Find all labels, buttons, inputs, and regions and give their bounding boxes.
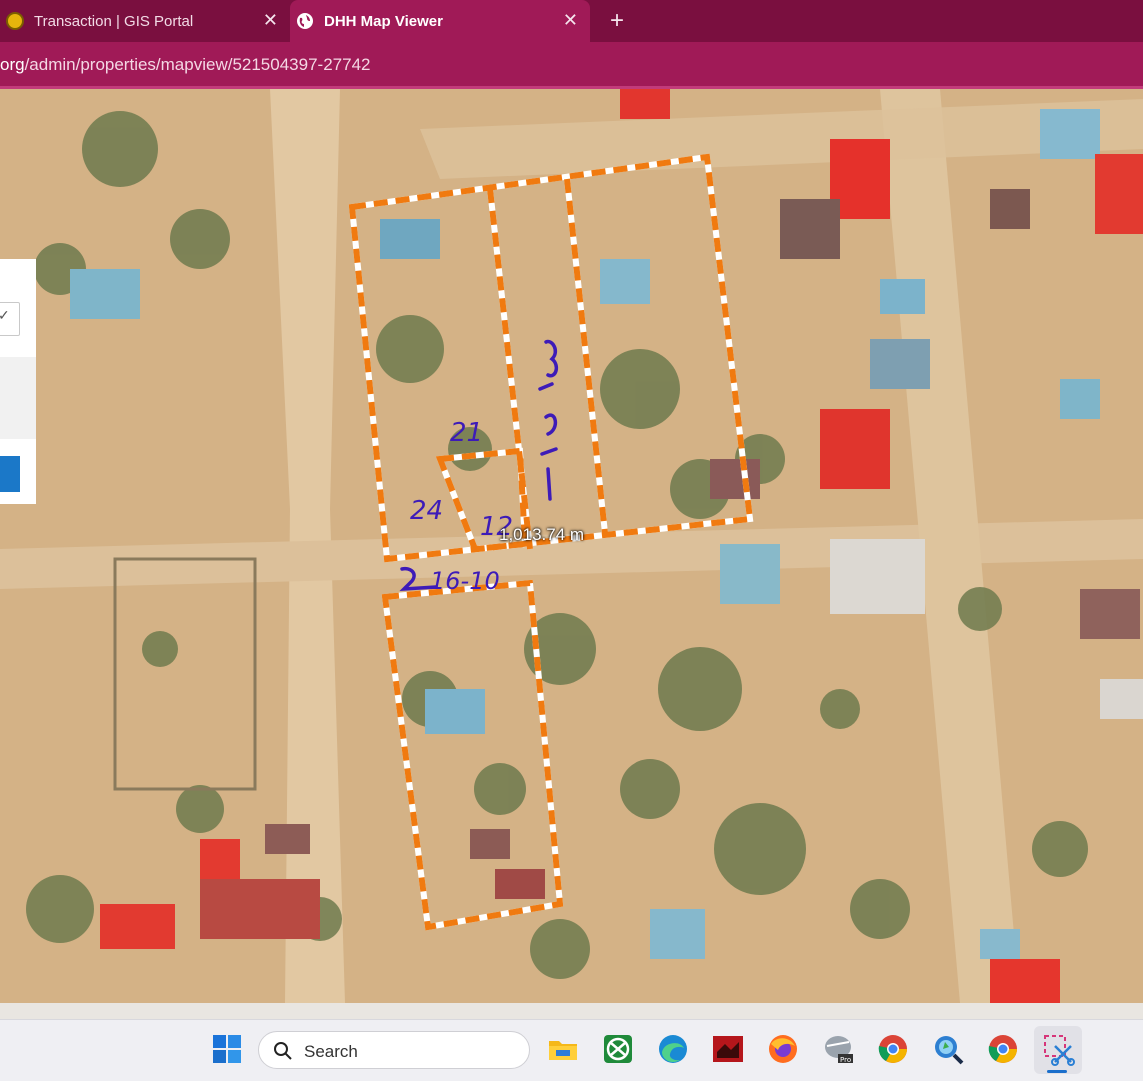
xbox-icon[interactable] (601, 1032, 635, 1066)
taskbar-search[interactable]: Search (258, 1031, 530, 1069)
magnifier-app-icon[interactable] (931, 1032, 965, 1066)
firefox-icon[interactable] (766, 1032, 800, 1066)
file-explorer-icon[interactable] (546, 1032, 580, 1066)
url-host: org (0, 55, 25, 74)
url-path: /admin/properties/mapview/521504397-2774… (24, 55, 371, 74)
chrome-profile-icon[interactable] (986, 1032, 1020, 1066)
tab-title: DHH Map Viewer (324, 12, 443, 30)
satellite-imagery: 21 24 12 16-10 (0, 89, 1143, 1003)
close-tab-icon[interactable]: ✕ (263, 10, 278, 30)
panel-action-button[interactable] (0, 456, 20, 492)
address-bar[interactable]: org/admin/properties/mapview/521504397-2… (0, 42, 1143, 88)
edge-icon[interactable] (656, 1032, 690, 1066)
map-canvas[interactable]: 21 24 12 16-10 ✓ 1,013.74 m (0, 89, 1143, 1003)
tab-dhh-map-viewer[interactable]: DHH Map Viewer ✕ (290, 0, 590, 42)
measurement-label: 1,013.74 m (499, 525, 585, 544)
new-tab-plus-icon[interactable]: + (603, 6, 631, 36)
close-tab-icon[interactable]: ✕ (563, 10, 578, 30)
windows-start-icon[interactable] (210, 1032, 244, 1066)
chrome-icon[interactable] (876, 1032, 910, 1066)
panel-section (0, 357, 36, 439)
search-icon (274, 1042, 292, 1060)
app-red-icon[interactable] (711, 1032, 745, 1066)
chevron-down-icon: ✓ (0, 307, 10, 323)
taskbar: Search Pro (0, 1019, 1143, 1081)
tab-transaction-gis-portal[interactable]: Transaction | GIS Portal ✕ (0, 0, 290, 42)
side-panel: ✓ (0, 259, 36, 504)
handwritten-label-16-10: 16-10 (430, 567, 500, 595)
handwritten-label-21: 21 (450, 418, 483, 448)
handwritten-label-24: 24 (410, 496, 443, 526)
active-app-indicator (1047, 1070, 1067, 1073)
tab-bar: Transaction | GIS Portal ✕ DHH Map Viewe… (0, 0, 1143, 42)
search-placeholder: Search (304, 1042, 358, 1061)
url-text[interactable]: org/admin/properties/mapview/521504397-2… (0, 55, 370, 75)
gis-portal-logo-icon (6, 12, 24, 30)
svg-text:Pro: Pro (840, 1056, 851, 1064)
pro-app-icon[interactable]: Pro (821, 1032, 855, 1066)
globe-icon (297, 13, 313, 29)
snipping-tool-icon[interactable] (1041, 1032, 1075, 1066)
tab-title: Transaction | GIS Portal (34, 12, 194, 30)
